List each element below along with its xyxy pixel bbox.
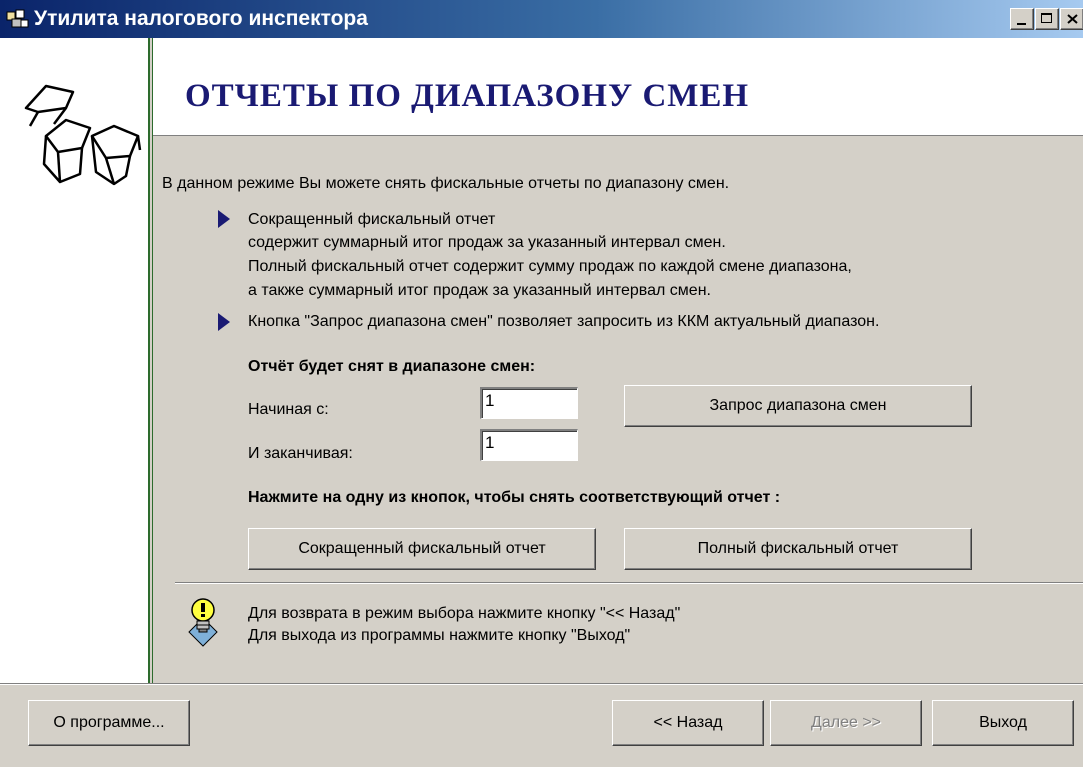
short-report-button[interactable]: Сокращенный фискальный отчет xyxy=(248,528,596,570)
page-title: ОТЧЕТЫ ПО ДИАПАЗОНУ СМЕН xyxy=(185,78,750,114)
next-button[interactable]: Далее >> xyxy=(770,700,922,746)
footer-separator-highlight xyxy=(0,684,1083,685)
exit-button[interactable]: Выход xyxy=(932,700,1074,746)
maximize-button[interactable] xyxy=(1035,8,1059,30)
triangle-bullet-icon xyxy=(218,313,230,331)
range-heading: Отчёт будет снят в диапазоне смен: xyxy=(248,358,536,375)
triangle-bullet-icon xyxy=(218,210,230,228)
about-button[interactable]: О программе... xyxy=(28,700,190,746)
end-label: И заканчивая: xyxy=(248,445,353,462)
app-window: Утилита налогового инспектора ОТЧЕТЫ ПО … xyxy=(0,0,1083,767)
bullet1-line2: содержит суммарный итог продаж за указан… xyxy=(248,234,726,251)
back-button[interactable]: << Назад xyxy=(612,700,764,746)
end-shift-input[interactable]: 1 xyxy=(480,429,578,461)
bullet1-line1: Сокращенный фискальный отчет xyxy=(248,211,496,228)
full-report-button[interactable]: Полный фискальный отчет xyxy=(624,528,972,570)
tip-line2: Для выхода из программы нажмите кнопку "… xyxy=(248,627,631,644)
bullet1-line3: Полный фискальный отчет содержит сумму п… xyxy=(248,258,852,275)
start-label: Начиная с: xyxy=(248,401,329,418)
lightbulb-icon xyxy=(188,598,218,647)
tip-line1: Для возврата в режим выбора нажмите кноп… xyxy=(248,605,681,622)
close-icon xyxy=(1067,14,1078,24)
close-button[interactable] xyxy=(1060,8,1083,30)
content-separator-highlight xyxy=(175,583,1083,584)
boxes-logo xyxy=(24,84,142,186)
bullet1-line4: а также суммарный итог продаж за указанн… xyxy=(248,282,711,299)
bullet2-text: Кнопка "Запрос диапазона смен" позволяет… xyxy=(248,313,880,330)
title-bar[interactable]: Утилита налогового инспектора xyxy=(0,0,1083,38)
intro-text: В данном режиме Вы можете снять фискальн… xyxy=(162,175,730,192)
minimize-button[interactable] xyxy=(1010,8,1034,30)
window-title: Утилита налогового инспектора xyxy=(34,7,368,30)
press-heading: Нажмите на одну из кнопок, чтобы снять с… xyxy=(248,489,781,506)
start-shift-input[interactable]: 1 xyxy=(480,387,578,419)
request-range-button[interactable]: Запрос диапазона смен xyxy=(624,385,972,427)
app-icon xyxy=(6,9,29,28)
